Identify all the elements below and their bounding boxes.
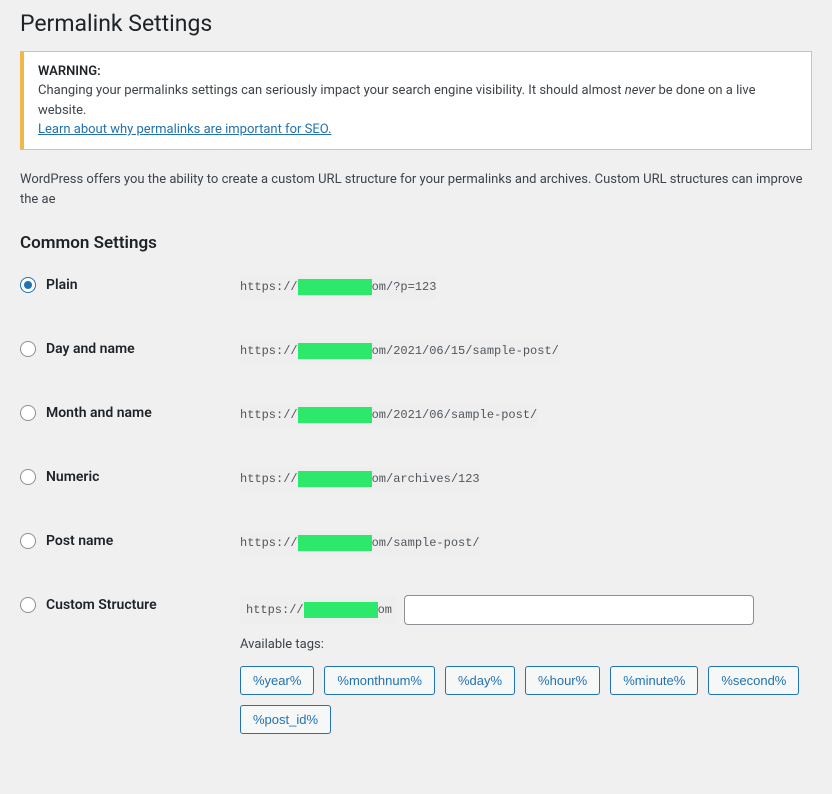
url-post-prefix: https:// [240, 536, 298, 550]
redacted [298, 343, 372, 359]
url-plain: https:// om/?p=123 [240, 275, 436, 299]
redacted [298, 279, 372, 295]
page-title: Permalink Settings [20, 10, 812, 37]
url-plain-prefix: https:// [240, 280, 298, 294]
tag-minute[interactable]: %minute% [610, 666, 698, 695]
tag-hour[interactable]: %hour% [525, 666, 600, 695]
url-plain-suffix: om/?p=123 [372, 280, 437, 294]
redacted [298, 407, 372, 423]
redacted [298, 535, 372, 551]
url-day-prefix: https:// [240, 344, 298, 358]
option-custom: Custom Structure https:// om Available ta… [20, 595, 812, 734]
tag-post-id[interactable]: %post_id% [240, 705, 331, 734]
section-heading: Common Settings [20, 233, 812, 253]
url-month-name: https:// om/2021/06/sample-post/ [240, 403, 537, 427]
tag-day[interactable]: %day% [445, 666, 515, 695]
label-numeric[interactable]: Numeric [46, 469, 99, 485]
available-tags: %year% %monthnum% %day% %hour% %minute% … [240, 666, 812, 734]
warning-text-italic: never [625, 83, 656, 98]
label-post-name[interactable]: Post name [46, 533, 113, 549]
warning-label: WARNING: [38, 64, 101, 79]
url-numeric-prefix: https:// [240, 472, 298, 486]
page-description: WordPress offers you the ability to crea… [20, 170, 812, 209]
warning-notice: WARNING: Changing your permalinks settin… [20, 51, 812, 150]
url-post-name: https:// om/sample-post/ [240, 531, 480, 555]
option-post-name: Post name https:// om/sample-post/ [20, 531, 812, 555]
available-tags-label: Available tags: [240, 637, 812, 652]
tag-monthnum[interactable]: %monthnum% [324, 666, 435, 695]
option-plain: Plain https:// om/?p=123 [20, 275, 812, 299]
tag-second[interactable]: %second% [708, 666, 799, 695]
warning-text-before: Changing your permalinks settings can se… [38, 83, 625, 98]
custom-structure-input[interactable] [404, 595, 754, 625]
tag-year[interactable]: %year% [240, 666, 314, 695]
url-day-name: https:// om/2021/06/15/sample-post/ [240, 339, 559, 363]
url-day-suffix: om/2021/06/15/sample-post/ [372, 344, 559, 358]
redacted [298, 471, 372, 487]
option-day-name: Day and name https:// om/2021/06/15/sampl… [20, 339, 812, 363]
radio-custom[interactable] [20, 597, 36, 613]
url-month-prefix: https:// [240, 408, 298, 422]
label-day-name[interactable]: Day and name [46, 341, 135, 357]
url-custom-suffix: om [378, 603, 392, 617]
url-custom-prefix: https:// [246, 603, 304, 617]
radio-month-name[interactable] [20, 405, 36, 421]
option-numeric: Numeric https:// om/archives/123 [20, 467, 812, 491]
custom-prefix: https:// om [240, 596, 396, 624]
redacted [304, 602, 378, 618]
url-post-suffix: om/sample-post/ [372, 536, 480, 550]
warning-text: Changing your permalinks settings can se… [38, 81, 797, 120]
radio-post-name[interactable] [20, 533, 36, 549]
radio-numeric[interactable] [20, 469, 36, 485]
radio-plain[interactable] [20, 277, 36, 293]
label-plain[interactable]: Plain [46, 277, 78, 293]
radio-day-name[interactable] [20, 341, 36, 357]
label-custom[interactable]: Custom Structure [46, 597, 157, 613]
option-month-name: Month and name https:// om/2021/06/sample… [20, 403, 812, 427]
seo-link[interactable]: Learn about why permalinks are important… [38, 122, 331, 137]
url-numeric: https:// om/archives/123 [240, 467, 480, 491]
url-numeric-suffix: om/archives/123 [372, 472, 480, 486]
label-month-name[interactable]: Month and name [46, 405, 152, 421]
url-month-suffix: om/2021/06/sample-post/ [372, 408, 538, 422]
permalink-options: Plain https:// om/?p=123 Day and name htt… [20, 275, 812, 734]
